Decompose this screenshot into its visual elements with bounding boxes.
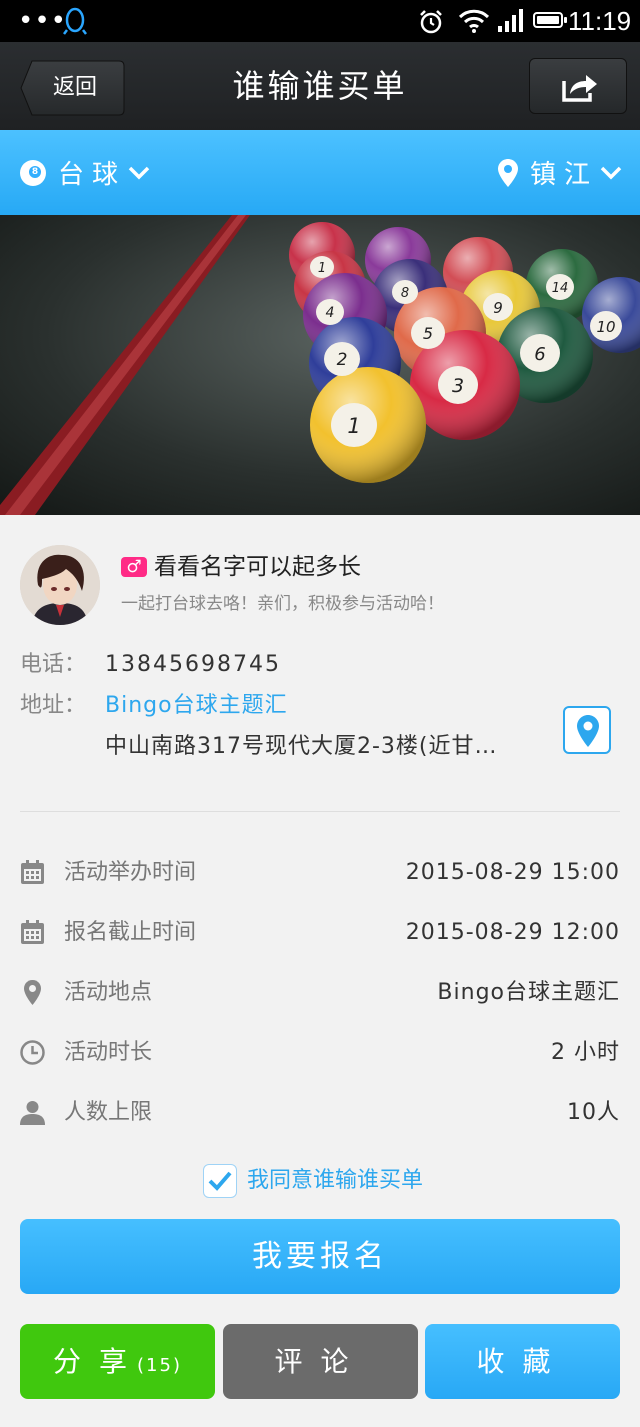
svg-text:5: 5 [423,324,433,343]
address-text: 中山南路317号现代大厦2-3楼(近甘… [105,734,498,759]
billiard-ball-icon [20,159,46,186]
signup-button[interactable]: 我要报名 [20,1219,620,1294]
alarm-icon [420,10,442,34]
detail-label: 活动时长 [64,1040,153,1065]
address-label: 地址： [20,693,87,718]
signal-icon [498,9,523,32]
category-label: 台球 [58,160,127,190]
clock-icon [20,1040,45,1065]
status-bar: ••• 11:19 [0,0,640,42]
category-selector[interactable]: 台球 [20,130,150,215]
chevron-down-icon [600,166,622,179]
comment-label: 评论 [274,1345,367,1378]
status-time: 11:19 [568,6,632,36]
venue-link[interactable]: Bingo台球主题汇 [105,690,288,722]
svg-text:4: 4 [326,305,335,321]
host-info: ♂ 看看名字可以起多长 一起打台球去咯！亲们，积极参与活动哈！ [20,545,620,625]
avatar[interactable] [20,545,100,625]
city-label: 镇江 [529,160,598,190]
detail-row-duration: 活动时长 2 小时 [20,1033,620,1073]
agree-checkbox[interactable] [203,1164,237,1198]
phone-number[interactable]: 13845698745 [105,649,281,681]
share-icon [562,75,597,102]
share-top-button[interactable] [529,58,627,114]
detail-row-start-time: 活动举办时间 2015-08-29 15:00 [20,853,620,893]
wifi-icon [458,9,490,33]
map-button[interactable] [563,706,611,754]
billiard-balls-illustration: 1 8 9 14 10 4 5 6 2 3 1 [0,215,640,515]
filter-bar: 台球 镇江 [0,130,640,215]
detail-value-venue-link[interactable]: Bingo台球主题汇 [437,973,620,1013]
svg-text:1: 1 [318,261,326,276]
detail-label: 报名截止时间 [64,920,197,945]
detail-value: 10人 [567,1100,620,1125]
svg-text:9: 9 [493,299,503,317]
svg-text:8: 8 [401,286,409,301]
share-label: 分享 [53,1345,146,1378]
detail-label: 活动地点 [64,980,153,1005]
svg-text:3: 3 [452,375,464,397]
calendar-icon [21,860,44,884]
svg-text:10: 10 [596,318,615,336]
location-pin-icon [497,158,518,187]
host-description: 一起打台球去咯！亲们，积极参与活动哈！ [121,594,444,614]
detail-row-location: 活动地点 Bingo台球主题汇 [20,973,620,1013]
detail-row-deadline: 报名截止时间 2015-08-29 12:00 [20,913,620,953]
svg-text:2: 2 [337,350,348,370]
detail-value: 2015-08-29 12:00 [405,920,620,945]
male-gender-icon: ♂ [121,557,147,577]
chevron-down-icon [128,166,150,179]
phone-label: 电话： [20,652,87,677]
detail-label: 人数上限 [64,1100,153,1125]
share-button[interactable]: 分享(15) [20,1324,215,1399]
comment-button[interactable]: 评论 [223,1324,418,1399]
svg-text:1: 1 [347,414,360,438]
share-count: (15) [137,1355,182,1376]
section-divider [20,811,620,812]
host-name: 看看名字可以起多长 [154,554,361,580]
detail-row-capacity: 人数上限 10人 [20,1093,620,1133]
location-pin-icon [24,980,41,1005]
svg-text:6: 6 [534,344,545,365]
calendar-icon [21,920,44,944]
agree-text: 我同意谁输谁买单 [247,1168,424,1193]
nav-bar: 返回 谁输谁买单 [0,42,640,130]
detail-value: 2015-08-29 15:00 [405,860,620,885]
detail-label: 活动举办时间 [64,860,197,885]
person-icon [20,1101,45,1125]
favorite-button[interactable]: 收藏 [425,1324,620,1399]
hero-billiard-image: 1 8 9 14 10 4 5 6 2 3 1 [0,215,640,515]
location-pin-icon [577,715,599,747]
checkmark-icon [208,1171,232,1191]
avatar-image [20,545,100,625]
qq-penguin-icon [63,7,87,35]
favorite-label: 收藏 [476,1345,569,1378]
notification-dots-icon: ••• [18,6,68,36]
svg-text:14: 14 [552,281,569,296]
city-selector[interactable]: 镇江 [497,130,622,215]
detail-value: 2 小时 [551,1040,620,1065]
battery-icon [533,12,567,28]
